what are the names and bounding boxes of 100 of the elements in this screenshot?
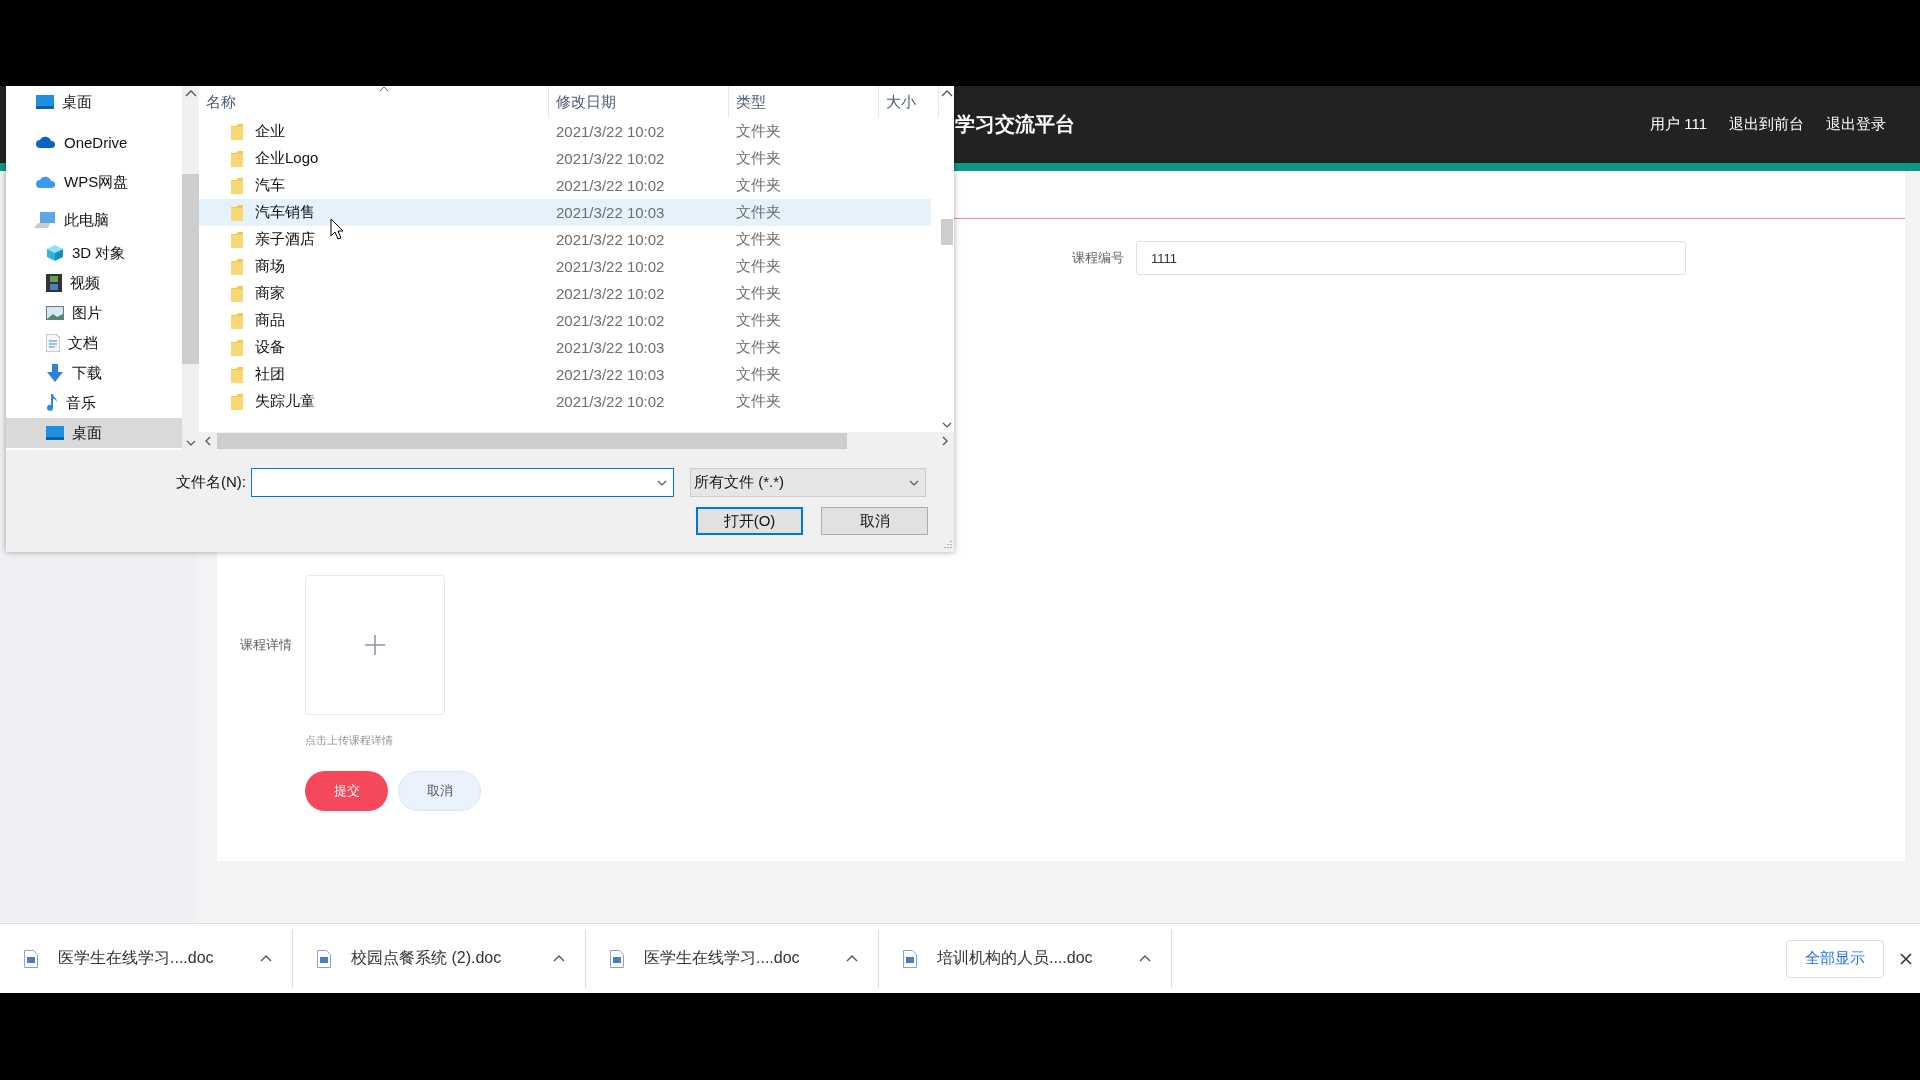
- monitor-icon: [46, 426, 64, 440]
- file-date: 2021/3/22 10:03: [555, 339, 666, 356]
- file-date: 2021/3/22 10:02: [555, 258, 666, 275]
- file-type: 文件夹: [735, 365, 782, 384]
- filename-field[interactable]: [251, 468, 674, 497]
- file-row[interactable]: 企业Logo 2021/3/22 10:02 文件夹: [199, 145, 931, 172]
- column-header[interactable]: 名称: [199, 86, 549, 118]
- file-date: 2021/3/22 10:03: [555, 366, 666, 383]
- caret-icon[interactable]: [846, 955, 858, 962]
- header-link[interactable]: 退出登录: [1826, 115, 1886, 134]
- caret-icon[interactable]: [1139, 955, 1151, 962]
- document-icon: [610, 949, 624, 968]
- column-header[interactable]: 类型: [729, 86, 879, 118]
- header-link[interactable]: 退出到前台: [1729, 115, 1804, 134]
- image-icon: [46, 306, 64, 320]
- folder-icon: [231, 366, 243, 383]
- file-name: 企业Logo: [255, 149, 319, 168]
- scrollbar[interactable]: [182, 86, 199, 450]
- caret-icon[interactable]: [260, 955, 272, 962]
- field-label: 课程详情: [240, 636, 292, 654]
- file-type: 文件夹: [735, 149, 782, 168]
- download-item[interactable]: 医学生在线学习....doc: [586, 929, 879, 988]
- file-row[interactable]: 失踪儿童 2021/3/22 10:02 文件夹: [199, 388, 931, 415]
- submit-button[interactable]: 提交: [305, 771, 388, 811]
- close-icon[interactable]: [1900, 952, 1912, 965]
- file-type: 文件夹: [735, 284, 782, 303]
- column-header[interactable]: 修改日期: [549, 86, 729, 118]
- file-name: 企业: [255, 122, 285, 141]
- file-row[interactable]: 企业 2021/3/22 10:02 文件夹: [199, 118, 931, 145]
- monitor-icon: [36, 95, 54, 109]
- folder-icon: [231, 177, 243, 194]
- site-title: 学习交流平台: [955, 112, 1075, 137]
- nav-item[interactable]: 下载: [6, 358, 182, 388]
- file-row[interactable]: 商场 2021/3/22 10:02 文件夹: [199, 253, 931, 280]
- file-date: 2021/3/22 10:02: [555, 312, 666, 329]
- nav-item[interactable]: 图片: [6, 298, 182, 328]
- scroll-up-icon[interactable]: [940, 90, 953, 97]
- nav-item[interactable]: 视频: [6, 268, 182, 298]
- nav-item[interactable]: 文档: [6, 328, 182, 358]
- document-icon: [46, 334, 60, 352]
- document-icon: [24, 949, 38, 968]
- folder-icon: [231, 339, 243, 356]
- scroll-thumb[interactable]: [940, 219, 953, 245]
- file-date: 2021/3/22 10:02: [555, 150, 666, 167]
- file-date: 2021/3/22 10:02: [555, 231, 666, 248]
- nav-item[interactable]: 音乐: [6, 388, 182, 418]
- input-field[interactable]: 1111: [1136, 241, 1686, 275]
- nav-item[interactable]: 桌面: [6, 418, 182, 448]
- upload-hint: 点击上传课程详情: [305, 733, 394, 748]
- nav-item[interactable]: 此电脑: [6, 202, 182, 238]
- folder-icon: [231, 258, 243, 275]
- file-type: 文件夹: [735, 203, 782, 222]
- folder-icon: [231, 312, 243, 329]
- file-type: 文件夹: [735, 176, 782, 195]
- nav-item[interactable]: 桌面: [6, 82, 182, 122]
- resize-grip-icon[interactable]: [942, 540, 952, 550]
- file-row[interactable]: 亲子酒店 2021/3/22 10:02 文件夹: [199, 226, 931, 253]
- nav-item[interactable]: WPS网盘: [6, 162, 182, 202]
- file-name: 商场: [255, 257, 285, 276]
- plus-icon: [365, 635, 385, 655]
- down-arrow-icon: [46, 364, 64, 382]
- computer-icon: [34, 212, 56, 228]
- caret-icon[interactable]: [553, 955, 565, 962]
- sort-icon: [379, 86, 389, 92]
- file-row[interactable]: 汽车 2021/3/22 10:02 文件夹: [199, 172, 931, 199]
- field-label: 文件名(N):: [176, 473, 246, 492]
- scroll-right-icon: [942, 436, 948, 446]
- field-label: 课程编号: [1072, 249, 1124, 267]
- cancel-button[interactable]: 取消: [821, 507, 928, 535]
- file-type: 文件夹: [735, 122, 782, 141]
- scrollbar[interactable]: [199, 432, 954, 450]
- file-row[interactable]: 社团 2021/3/22 10:03 文件夹: [199, 361, 931, 388]
- file-type-dropdown[interactable]: 所有文件 (*.*): [690, 468, 926, 497]
- download-item[interactable]: 校园点餐系统 (2).doc: [293, 929, 586, 988]
- file-row[interactable]: 商品 2021/3/22 10:02 文件夹: [199, 307, 931, 334]
- nav-item[interactable]: 3D 对象: [6, 238, 182, 268]
- cancel-button[interactable]: 取消: [398, 771, 481, 811]
- cube-icon: [46, 244, 64, 262]
- document-icon: [903, 949, 917, 968]
- file-row[interactable]: 设备 2021/3/22 10:03 文件夹: [199, 334, 931, 361]
- file-name: 亲子酒店: [255, 230, 315, 249]
- download-item[interactable]: 医学生在线学习....doc: [0, 929, 293, 988]
- file-row[interactable]: 汽车销售 2021/3/22 10:03 文件夹: [199, 199, 931, 226]
- file-date: 2021/3/22 10:03: [555, 204, 666, 221]
- header-link[interactable]: 用户 111: [1650, 115, 1707, 134]
- download-item[interactable]: 培训机构的人员....doc: [879, 929, 1172, 988]
- document-icon: [317, 949, 331, 968]
- file-date: 2021/3/22 10:02: [555, 393, 666, 410]
- show-all-button[interactable]: 全部显示: [1786, 939, 1884, 978]
- open-button[interactable]: 打开(O): [696, 507, 803, 535]
- file-name: 设备: [255, 338, 285, 357]
- file-row[interactable]: 商家 2021/3/22 10:02 文件夹: [199, 280, 931, 307]
- film-icon: [46, 274, 62, 292]
- cloud-icon: [36, 136, 56, 148]
- folder-icon: [231, 393, 243, 410]
- scroll-up-icon[interactable]: [184, 90, 197, 97]
- file-type: 文件夹: [735, 311, 782, 330]
- file-date: 2021/3/22 10:02: [555, 123, 666, 140]
- scroll-down-icon: [941, 422, 952, 428]
- nav-item[interactable]: OneDrive: [6, 122, 182, 162]
